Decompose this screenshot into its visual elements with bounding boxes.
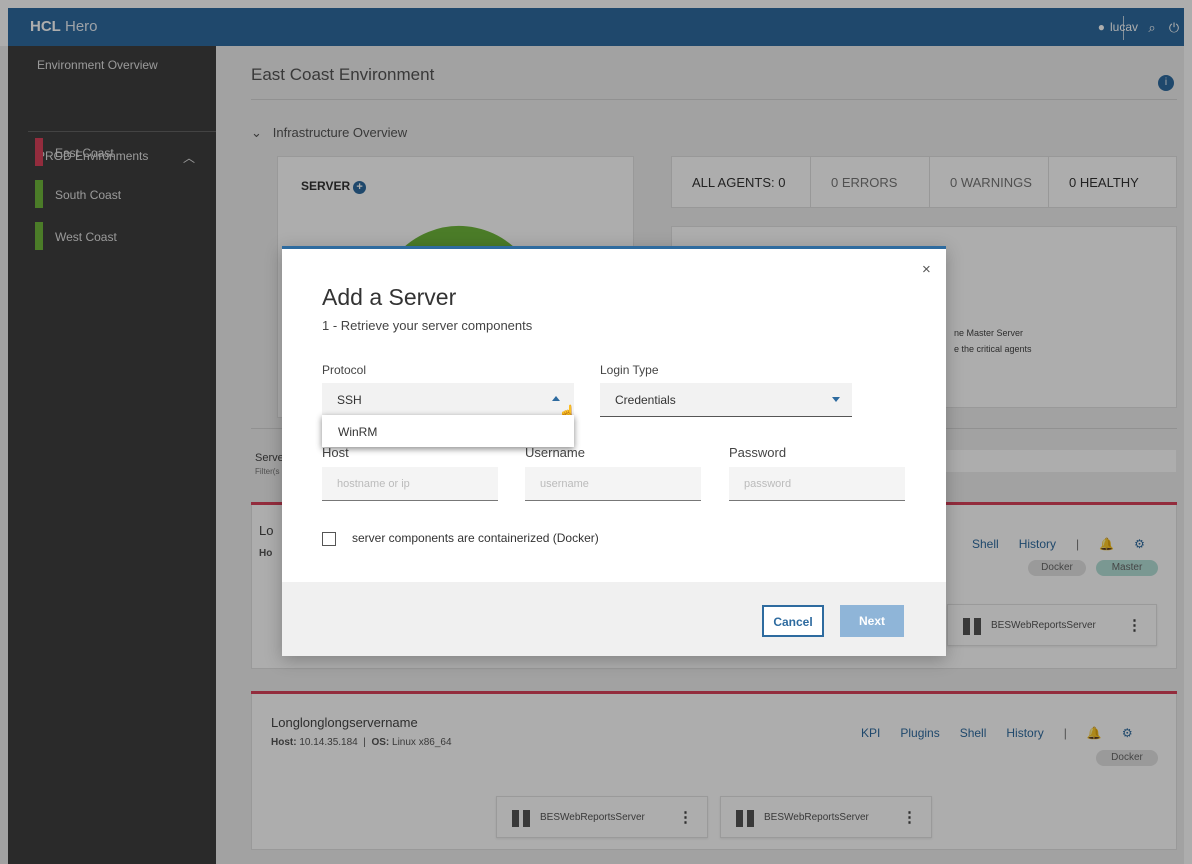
cancel-button[interactable]: Cancel — [762, 605, 824, 637]
chevron-down-icon — [832, 397, 840, 402]
protocol-label: Protocol — [322, 363, 367, 377]
username-input[interactable]: username — [525, 467, 701, 501]
protocol-select[interactable]: SSH ☝ — [322, 383, 577, 422]
username-label: Username — [525, 445, 585, 460]
docker-checkbox-label: server components are containerized (Doc… — [352, 531, 599, 545]
close-icon[interactable]: × — [922, 261, 931, 278]
login-type-label: Login Type — [600, 363, 659, 377]
password-label: Password — [729, 445, 787, 460]
next-button[interactable]: Next — [840, 605, 904, 637]
docker-checkbox[interactable] — [322, 532, 336, 546]
modal-title: Add a Server — [322, 284, 457, 310]
host-input[interactable]: hostname or ip — [322, 467, 498, 501]
protocol-option-winrm-cover[interactable]: WinRM — [322, 415, 574, 447]
login-type-select[interactable]: Credentials — [600, 383, 852, 417]
host-label: Host — [322, 445, 349, 460]
modal-subtitle: 1 - Retrieve your server components — [322, 318, 533, 333]
add-server-modal: × Add a Server 1 - Retrieve your server … — [282, 246, 946, 656]
caret-up-icon — [552, 396, 560, 401]
modal-footer: Cancel Next — [282, 582, 946, 656]
password-input[interactable]: password — [729, 467, 905, 501]
